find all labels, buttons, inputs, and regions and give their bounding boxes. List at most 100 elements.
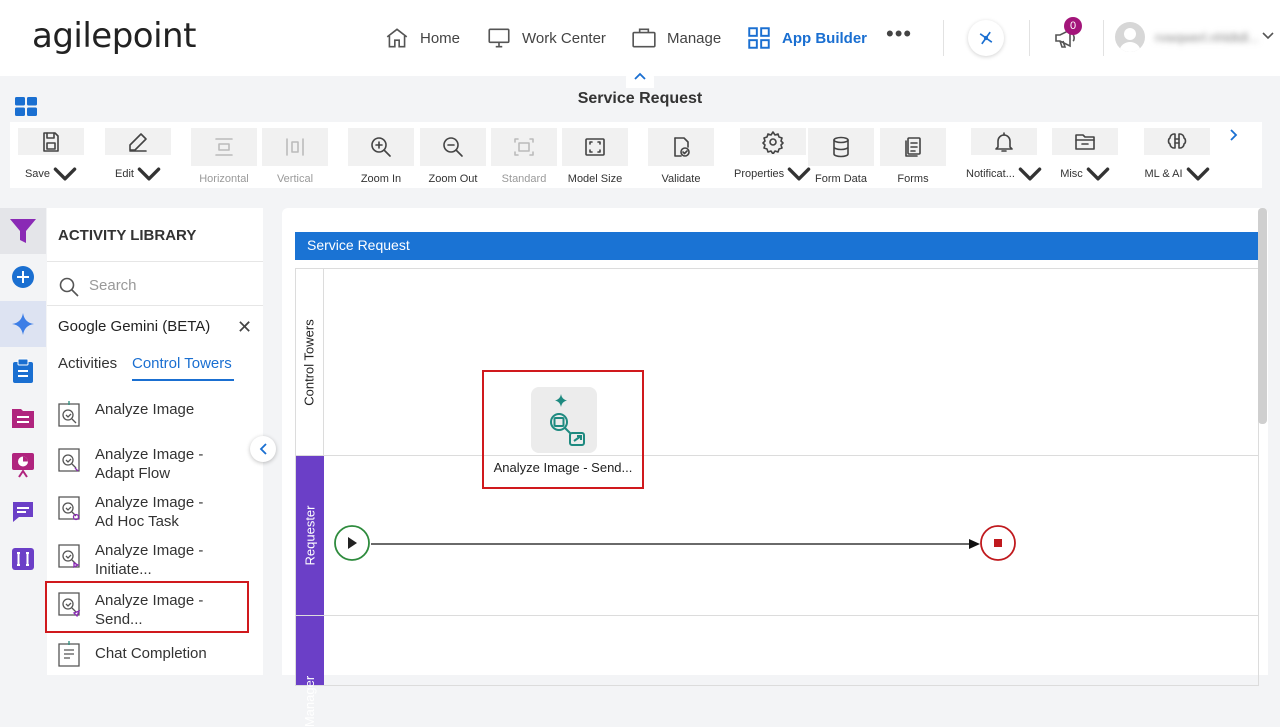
analyze-image-icon	[58, 401, 80, 427]
divider	[1103, 20, 1104, 56]
notifications-button[interactable]: Notificat...	[966, 128, 1042, 186]
ml-ai-label: ML & AI	[1144, 168, 1183, 180]
toolbar-next-icon[interactable]	[1230, 128, 1238, 146]
chevron-left-icon	[259, 443, 267, 455]
chevron-down-icon	[1018, 167, 1042, 181]
analyze-image-send-node-icon	[550, 394, 585, 446]
chat-icon	[13, 502, 33, 522]
lane-manager[interactable]: Manager	[295, 616, 1259, 727]
zoom-out-button[interactable]: Zoom Out	[420, 128, 486, 186]
horizontal-layout-icon	[215, 138, 233, 156]
lane-control-towers[interactable]: Control Towers Analyze Image - Send...	[295, 268, 1259, 489]
list-item[interactable]: Analyze Image	[55, 400, 253, 430]
briefcase-icon	[632, 28, 656, 48]
nav-app-builder[interactable]: App Builder	[746, 24, 867, 52]
analyze-image-send-icon	[58, 592, 81, 618]
list-item[interactable]: Analyze Image - Ad Hoc Task	[55, 493, 253, 531]
chevron-up-icon	[634, 72, 646, 80]
start-event-icon[interactable]	[333, 524, 371, 562]
form-data-button[interactable]: Form Data	[808, 128, 874, 186]
zoom-in-button[interactable]: Zoom In	[348, 128, 414, 186]
search-input[interactable]: Search	[89, 277, 137, 294]
chat-completion-icon	[58, 641, 80, 667]
presentation-chart-icon	[12, 453, 34, 478]
model-size-button[interactable]: Model Size	[562, 128, 628, 186]
chevron-down-icon	[1186, 167, 1209, 181]
forms-button[interactable]: Forms	[880, 128, 946, 186]
activity-node-tile[interactable]	[531, 387, 597, 453]
analyze-image-initiate-icon	[58, 544, 80, 569]
rail-add[interactable]	[0, 254, 46, 300]
avatar[interactable]	[1115, 22, 1145, 52]
database-icon	[833, 136, 849, 158]
panel-title: ACTIVITY LIBRARY	[58, 227, 197, 244]
collapse-header-button[interactable]	[626, 64, 654, 88]
horizontal-button[interactable]: Horizontal	[191, 128, 257, 186]
lane-requester[interactable]: Requester	[295, 456, 1259, 616]
process-canvas[interactable]: Service Request Control Towers Analyze I…	[282, 208, 1268, 727]
vertical-button[interactable]: Vertical	[262, 128, 328, 186]
nav-manage[interactable]: Manage	[631, 24, 721, 52]
chevron-down-icon	[137, 167, 161, 181]
forms-icon	[905, 137, 921, 157]
end-event-icon[interactable]	[979, 524, 1017, 562]
ai-assistant-button[interactable]	[968, 20, 1004, 56]
activity-label-2: Send...	[95, 611, 143, 628]
chevron-down-icon[interactable]	[1262, 32, 1274, 40]
rail-integrations[interactable]	[0, 536, 46, 582]
misc-button[interactable]: Misc	[1052, 128, 1118, 186]
list-item[interactable]: Analyze Image - Initiate...	[55, 541, 253, 579]
divider	[47, 305, 263, 306]
list-item[interactable]: Analyze Image - Adapt Flow	[55, 445, 253, 483]
validate-label: Validate	[661, 173, 701, 185]
more-menu-icon[interactable]: •••	[886, 20, 912, 48]
funnel-icon	[10, 219, 36, 243]
ml-ai-button[interactable]: ML & AI	[1144, 128, 1210, 186]
rail-tasks[interactable]	[0, 348, 46, 394]
rail-gemini[interactable]	[0, 301, 46, 347]
nav-manage-label: Manage	[667, 29, 722, 47]
tab-activities[interactable]: Activities	[58, 355, 117, 372]
activity-label: Analyze Image	[95, 401, 195, 418]
validate-button[interactable]: Validate	[648, 128, 714, 186]
nav-home-label: Home	[420, 29, 461, 47]
standard-button[interactable]: Standard	[491, 128, 557, 186]
rail-messages[interactable]	[0, 489, 46, 535]
nav-work-center[interactable]: Work Center	[486, 24, 606, 52]
ai-brain-icon	[1167, 132, 1187, 149]
save-button[interactable]: Save	[18, 128, 84, 186]
standard-label: Standard	[501, 173, 547, 185]
properties-button[interactable]: Properties	[734, 128, 811, 186]
activity-label-2: Adapt Flow	[95, 465, 171, 482]
activity-label: Analyze Image -	[95, 494, 204, 511]
divider	[47, 261, 263, 262]
properties-label: Properties	[734, 168, 785, 180]
activity-label: Analyze Image -	[95, 542, 204, 559]
list-item[interactable]: Chat Completion	[55, 640, 253, 670]
list-item-selected[interactable]: Analyze Image - Send...	[45, 581, 249, 633]
close-icon[interactable]: ✕	[237, 317, 252, 338]
rail-documents[interactable]	[0, 395, 46, 441]
divider	[943, 20, 944, 56]
gear-icon	[761, 130, 784, 154]
edit-button[interactable]: Edit	[105, 128, 171, 186]
category-title: Google Gemini (BETA)	[58, 318, 211, 335]
search-icon	[59, 277, 79, 297]
model-size-icon	[585, 138, 605, 156]
canvas-scrollbar[interactable]	[1258, 208, 1267, 424]
sequence-flow-arrow[interactable]	[371, 538, 983, 550]
rail-activity-library[interactable]	[0, 208, 46, 254]
activity-label: Chat Completion	[95, 645, 207, 662]
plus-circle-icon	[12, 266, 34, 288]
notifications-label: Notificat...	[966, 168, 1015, 180]
tab-control-towers[interactable]: Control Towers	[132, 355, 232, 372]
collapse-library-button[interactable]	[250, 436, 276, 462]
pencil-icon	[129, 132, 147, 152]
agilepoint-logo[interactable]: agilepoint	[32, 16, 196, 56]
pool-header[interactable]: Service Request	[295, 232, 1259, 260]
username[interactable]: rvwqwerl.nhldtdl...	[1155, 30, 1259, 45]
lane-label: Requester	[296, 456, 324, 615]
nav-home[interactable]: Home	[384, 24, 460, 52]
clipboard-icon	[13, 358, 33, 383]
rail-reports[interactable]	[0, 442, 46, 488]
